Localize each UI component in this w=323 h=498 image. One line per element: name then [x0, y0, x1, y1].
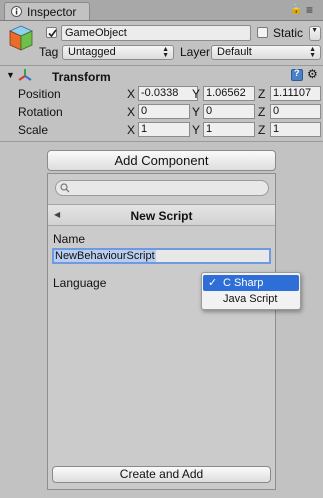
position-x-field[interactable]: -0.0338 [138, 86, 198, 101]
updown-arrows-icon: ▲ ▼ [309, 46, 316, 59]
script-name-value: NewBehaviourScript [54, 250, 156, 262]
transform-title: Transform [52, 70, 111, 84]
panel-header: ◀ New Script [48, 204, 275, 226]
rotation-z-field[interactable]: 0 [270, 104, 321, 119]
language-option-csharp[interactable]: ✓ C Sharp [203, 275, 299, 291]
axis-z-label: Z [258, 87, 266, 101]
language-label: Language [53, 276, 107, 290]
axis-z-label: Z [258, 105, 266, 119]
axis-z-label: Z [258, 123, 266, 137]
position-label: Position [18, 87, 61, 101]
scale-z-field[interactable]: 1 [270, 122, 321, 137]
layer-value: Default [217, 46, 252, 58]
tag-label: Tag [39, 45, 59, 59]
axis-x-label: X [127, 105, 136, 119]
rotation-x-field[interactable]: 0 [138, 104, 190, 119]
scale-label: Scale [18, 123, 49, 137]
rotation-label: Rotation [18, 105, 63, 119]
rotation-y-field[interactable]: 0 [203, 104, 255, 119]
axis-x-label: X [127, 123, 136, 137]
gameobject-cube-icon [9, 25, 33, 51]
create-and-add-button[interactable]: Create and Add [52, 466, 271, 483]
chevron-down-icon: ▼ [311, 27, 318, 34]
static-checkbox[interactable] [257, 27, 268, 38]
lock-icon[interactable]: 🔒 [290, 4, 302, 15]
axis-y-label: Y [192, 123, 201, 137]
tag-value: Untagged [68, 46, 116, 58]
scale-x-field[interactable]: 1 [138, 122, 190, 137]
panel-title: New Script [130, 209, 193, 223]
name-label: Name [53, 232, 86, 246]
option-label: Java Script [223, 293, 278, 305]
divider [0, 65, 323, 66]
language-option-javascript[interactable]: Java Script [203, 291, 299, 307]
checkmark-icon: ✓ [208, 277, 218, 289]
gear-icon[interactable]: ⚙ [307, 67, 318, 81]
menu-icon[interactable]: ≡ [306, 3, 313, 17]
tab-inspector[interactable]: Inspector [4, 2, 90, 20]
info-icon [11, 6, 22, 17]
foldout-arrow-icon[interactable]: ▼ [6, 70, 15, 80]
static-label: Static [273, 26, 304, 40]
layer-label: Layer [180, 45, 211, 59]
static-dropdown[interactable]: ▼ [309, 26, 321, 41]
axis-y-label: Y [192, 105, 201, 119]
search-icon [60, 183, 70, 193]
axis-x-label: X [127, 87, 136, 101]
tab-label: Inspector [27, 5, 77, 19]
add-component-button[interactable]: Add Component [47, 150, 276, 171]
help-book-icon[interactable]: ? [291, 68, 303, 81]
script-name-input[interactable]: NewBehaviourScript [52, 248, 271, 264]
active-checkbox[interactable] [46, 27, 57, 38]
axis-y-label: Y [192, 87, 201, 101]
updown-arrows-icon: ▲ ▼ [162, 46, 169, 59]
transform-axes-icon [18, 69, 32, 81]
position-z-field[interactable]: 1.11107 [270, 86, 321, 101]
layer-dropdown[interactable]: Default ▲ ▼ [211, 45, 321, 60]
tag-dropdown[interactable]: Untagged ▲ ▼ [62, 45, 174, 60]
checkmark-icon [48, 29, 57, 38]
divider [0, 141, 323, 142]
search-input[interactable] [55, 180, 269, 196]
option-label: C Sharp [223, 277, 264, 289]
position-y-field[interactable]: 1.06562 [203, 86, 255, 101]
add-component-panel: ◀ New Script Name NewBehaviourScript Lan… [47, 173, 276, 490]
gameobject-name-input[interactable]: GameObject [61, 25, 251, 41]
language-menu: ✓ C Sharp Java Script [201, 272, 301, 310]
scale-y-field[interactable]: 1 [203, 122, 255, 137]
